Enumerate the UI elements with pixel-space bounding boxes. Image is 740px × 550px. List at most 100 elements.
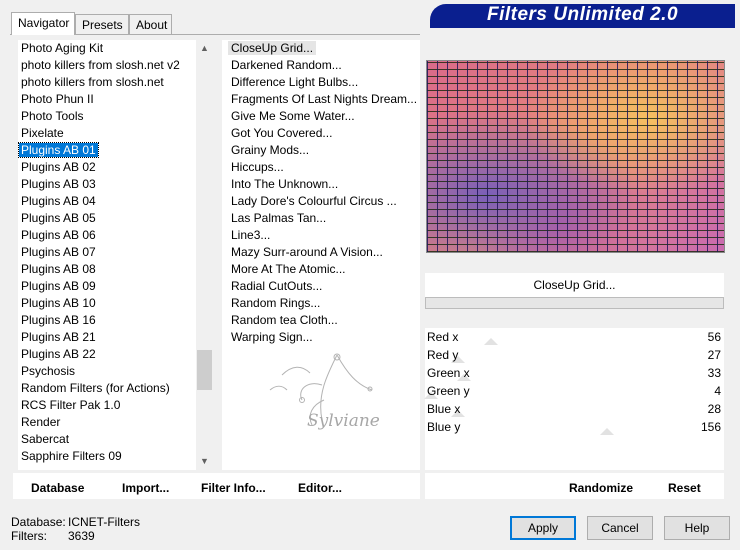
category-item-label: Pixelate [21, 126, 64, 140]
filter-item-label: Mazy Surr-around A Vision... [231, 245, 383, 259]
filter-item[interactable]: Line3... [231, 227, 270, 244]
randomize-button[interactable]: Randomize [569, 480, 633, 496]
category-item[interactable]: Plugins AB 16 [18, 312, 199, 329]
category-item-label: Plugins AB 08 [21, 262, 96, 276]
editor-button[interactable]: Editor... [298, 480, 342, 496]
help-button[interactable]: Help [664, 516, 730, 540]
category-item[interactable]: Render [18, 414, 199, 431]
category-item[interactable]: Sapphire Filters 09 [18, 448, 199, 465]
chevron-up-icon[interactable]: ▲ [196, 40, 213, 57]
filter-item[interactable]: CloseUp Grid... [228, 40, 317, 57]
parameter-slider[interactable]: Green y 4 [424, 382, 724, 400]
chevron-down-icon[interactable]: ▼ [196, 453, 213, 470]
parameter-slider[interactable]: Red y 27 [425, 346, 724, 364]
filter-info-button-label: Filter Info... [201, 481, 266, 495]
category-item[interactable]: Plugins AB 06 [18, 227, 199, 244]
filter-item-label: Random Rings... [231, 296, 321, 310]
category-item[interactable]: photo killers from slosh.net [18, 74, 199, 91]
filter-item[interactable]: Give Me Some Water... [231, 108, 355, 125]
category-item-label: Plugins AB 16 [21, 313, 96, 327]
category-item-label: Plugins AB 22 [21, 347, 96, 361]
filter-item[interactable]: Mazy Surr-around A Vision... [231, 244, 383, 261]
category-item-label: Sapphire Filters 09 [21, 449, 122, 463]
category-item[interactable]: Plugins AB 01 [18, 142, 199, 159]
filter-item[interactable]: Lady Dore's Colourful Circus ... [231, 193, 397, 210]
parameter-slider[interactable]: Green x 33 [425, 364, 724, 382]
category-item[interactable]: photo killers from slosh.net v2 [18, 57, 199, 74]
tab-about[interactable]: About [129, 14, 172, 34]
parameter-value: 28 [707, 402, 721, 416]
category-item[interactable]: Random Filters (for Actions) [18, 380, 199, 397]
tab-navigator[interactable]: Navigator [11, 12, 75, 35]
parameter-panel: Red x 56 Red y 27 Green x 33 Green y 4 Blue x 28 B… [424, 328, 724, 470]
category-item[interactable]: RCS Filter Pak 1.0 [18, 397, 199, 414]
parameter-value: 56 [707, 330, 721, 344]
database-button[interactable]: Database [31, 480, 84, 496]
category-item[interactable]: Plugins AB 04 [18, 193, 199, 210]
category-item-label: photo killers from slosh.net [21, 75, 164, 89]
watermark: Sylviane [262, 345, 412, 460]
category-item-label: Photo Aging Kit [21, 41, 104, 55]
parameter-slider[interactable]: Red x 56 [425, 328, 724, 346]
reset-button[interactable]: Reset [668, 480, 701, 496]
category-list[interactable]: Photo Aging Kit photo killers from slosh.… [18, 40, 196, 470]
filter-item-label: Random tea Cloth... [231, 313, 338, 327]
parameter-label: Green y [427, 384, 470, 398]
slider-thumb[interactable] [484, 338, 498, 345]
filter-item[interactable]: Random tea Cloth... [231, 312, 338, 329]
filter-info-button[interactable]: Filter Info... [201, 480, 266, 496]
import-button[interactable]: Import... [122, 480, 169, 496]
filter-item-label: Darkened Random... [231, 58, 342, 72]
preview-image [426, 60, 725, 253]
parameter-slider[interactable]: Blue x 28 [425, 400, 724, 418]
filter-item-label: Las Palmas Tan... [231, 211, 327, 225]
category-item[interactable]: Plugins AB 08 [18, 261, 199, 278]
app-title: Filters Unlimited 2.0 [486, 4, 679, 25]
category-item[interactable]: Plugins AB 21 [18, 329, 199, 346]
filter-item-label: Fragments Of Last Nights Dream... [231, 92, 418, 106]
category-item[interactable]: Psychosis [18, 363, 199, 380]
category-item-label: Plugins AB 07 [21, 245, 96, 259]
category-item[interactable]: Photo Aging Kit [18, 40, 199, 57]
filter-item[interactable]: Radial CutOuts... [231, 278, 322, 295]
parameter-slider[interactable]: Blue y 156 [425, 418, 724, 436]
filter-item[interactable]: Into The Unknown... [231, 176, 338, 193]
filter-item[interactable]: Difference Light Bulbs... [231, 74, 358, 91]
filter-item[interactable]: Got You Covered... [231, 125, 332, 142]
category-item[interactable]: Photo Tools [18, 108, 199, 125]
filter-item[interactable]: Grainy Mods... [231, 142, 309, 159]
floral-ornament-icon [269, 353, 373, 426]
filter-item[interactable]: Random Rings... [231, 295, 320, 312]
category-item[interactable]: Plugins AB 03 [18, 176, 199, 193]
slider-thumb[interactable] [600, 428, 614, 435]
filter-item[interactable]: Fragments Of Last Nights Dream... [231, 91, 417, 108]
reset-button-label: Reset [668, 481, 701, 495]
scroll-thumb[interactable] [197, 350, 212, 390]
category-item[interactable]: Plugins AB 05 [18, 210, 199, 227]
filter-item-label: Hiccups... [231, 160, 284, 174]
filter-item[interactable]: Darkened Random... [231, 57, 342, 74]
category-item[interactable]: Plugins AB 07 [18, 244, 199, 261]
apply-button[interactable]: Apply [510, 516, 576, 540]
filter-item[interactable]: More At The Atomic... [231, 261, 346, 278]
tab-presets[interactable]: Presets [75, 14, 129, 34]
category-item[interactable]: Photo Phun II [18, 91, 199, 108]
category-item[interactable]: Plugins AB 09 [18, 278, 199, 295]
parameter-label: Blue y [427, 420, 461, 434]
category-scrollbar[interactable]: ▲ ▼ [196, 40, 213, 470]
filter-item-label: Into The Unknown... [231, 177, 339, 191]
cancel-button[interactable]: Cancel [587, 516, 653, 540]
category-item[interactable]: Plugins AB 22 [18, 346, 199, 363]
filter-title-box: CloseUp Grid... [425, 273, 724, 297]
category-item-label: Photo Phun II [21, 92, 94, 106]
filter-item[interactable]: Hiccups... [231, 159, 284, 176]
parameter-value: 33 [707, 366, 721, 380]
filter-item[interactable]: Warping Sign... [231, 329, 313, 346]
tab-navigator-label: Navigator [18, 16, 70, 30]
category-item[interactable]: Pixelate [18, 125, 199, 142]
category-item[interactable]: Plugins AB 10 [18, 295, 199, 312]
filter-item[interactable]: Las Palmas Tan... [231, 210, 326, 227]
category-item[interactable]: Sabercat [18, 431, 199, 448]
filter-item-label: CloseUp Grid... [228, 41, 317, 55]
category-item[interactable]: Plugins AB 02 [18, 159, 199, 176]
